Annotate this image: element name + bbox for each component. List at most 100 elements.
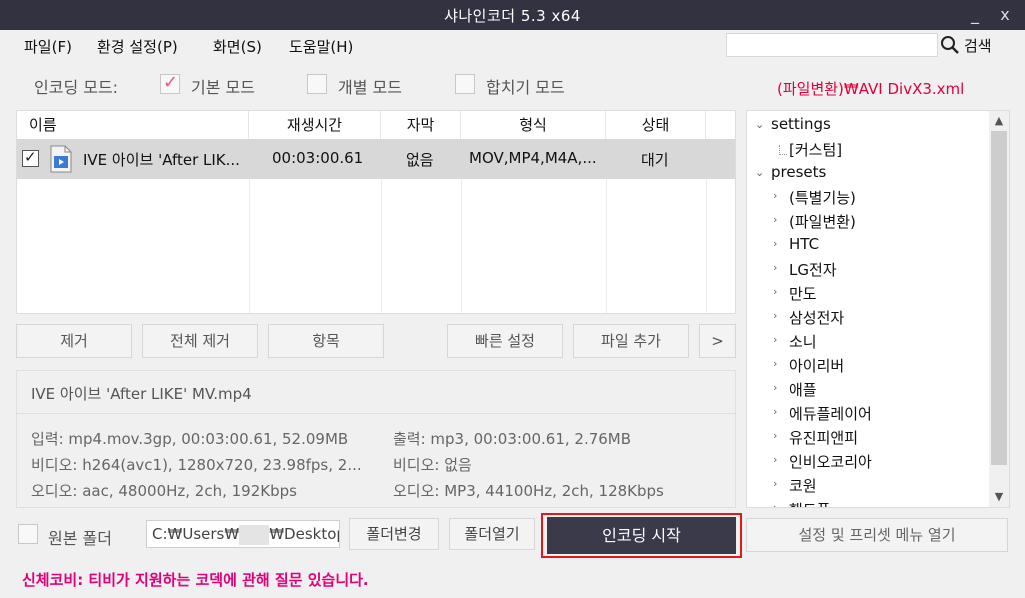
chevron-right-icon[interactable]: › (773, 357, 777, 370)
tree-node-preset[interactable]: 만도 (789, 283, 817, 304)
chevron-right-icon[interactable]: › (773, 285, 777, 298)
tree-node-preset[interactable]: HTC (789, 235, 819, 253)
chevron-right-icon[interactable]: › (773, 405, 777, 418)
media-file-icon (50, 145, 72, 173)
column-header-name[interactable]: 이름 (17, 111, 249, 139)
open-folder-button[interactable]: 폴더열기 (449, 518, 535, 550)
chevron-right-icon[interactable]: › (773, 477, 777, 490)
tree-node-preset[interactable]: (파일변환) (789, 211, 856, 232)
file-info-panel: IVE 아이브 'After LIKE' MV.mp4 입력: mp4.mov.… (16, 370, 736, 508)
row-checkbox[interactable]: ✓ (22, 148, 39, 167)
start-encoding-button[interactable]: 인코딩 시작 (547, 517, 736, 554)
chevron-right-icon[interactable]: › (773, 237, 777, 250)
minimize-button[interactable]: _ (962, 3, 988, 27)
tree-node-preset[interactable]: 코원 (789, 475, 817, 496)
individual-mode-label[interactable]: 개별 모드 (338, 74, 402, 98)
individual-mode-checkbox[interactable] (307, 74, 327, 94)
row-file-name: IVE 아이브 'After LIK... (83, 151, 240, 169)
output-path-suffix: ₩Desktop (269, 525, 340, 543)
more-button[interactable]: > (699, 324, 736, 358)
change-folder-button[interactable]: 폴더변경 (349, 518, 439, 550)
chevron-down-icon[interactable]: ⌄ (755, 118, 764, 131)
merge-mode-label[interactable]: 합치기 모드 (486, 74, 565, 98)
tree-node-preset[interactable]: 인비오코리아 (789, 451, 872, 472)
add-file-button[interactable]: 파일 추가 (573, 324, 689, 358)
menu-screen[interactable]: 화면(S) (213, 36, 262, 57)
tree-node-custom[interactable]: [커스텀] (779, 139, 842, 160)
tree-node-custom-label: [커스텀] (789, 141, 843, 159)
column-header-duration[interactable]: 재생시간 (249, 111, 381, 139)
info-audio-input: 오디오: aac, 48000Hz, 2ch, 192Kbps (31, 482, 297, 500)
divider (17, 413, 735, 414)
menu-file[interactable]: 파일(F) (24, 36, 72, 57)
redacted-username (239, 524, 270, 545)
chevron-right-icon[interactable]: › (773, 309, 777, 322)
remove-all-button[interactable]: 전체 제거 (142, 324, 258, 358)
tree-node-preset[interactable]: 유진피앤피 (789, 427, 858, 448)
row-format: MOV,MP4,M4A,... (469, 149, 597, 167)
scroll-down-icon[interactable]: ▼ (989, 487, 1009, 507)
merge-mode-checkbox[interactable] (455, 74, 475, 94)
info-video-input: 비디오: h264(avc1), 1280x720, 23.98fps, 2..… (31, 456, 362, 474)
window-title: 샤나인코더 5.3 x64 (444, 7, 581, 25)
file-list-table[interactable]: 이름 재생시간 자막 형식 상태 ✓ IVE 아이브 'After LIK...… (16, 110, 736, 314)
current-preset-path: (파일변환)₩AVI DivX3.xml (777, 80, 965, 98)
info-audio-output: 오디오: MP3, 44100Hz, 2ch, 128Kbps (393, 482, 664, 500)
source-folder-label[interactable]: 원본 폴더 (48, 525, 112, 549)
tree-node-preset[interactable]: LG전자 (789, 259, 837, 280)
info-output: 출력: mp3, 00:03:00.61, 2.76MB (393, 430, 632, 448)
scrollbar-thumb[interactable] (991, 131, 1007, 465)
status-message: 신체코비: 티비가 지원하는 코덱에 관해 질문 있습니다. (22, 571, 369, 589)
chevron-right-icon[interactable]: › (773, 189, 777, 202)
tree-node-presets[interactable]: presets (771, 163, 826, 181)
row-duration: 00:03:00.61 (272, 149, 364, 167)
check-icon: ✓ (24, 148, 37, 166)
tree-node-preset[interactable]: 아이리버 (789, 355, 844, 376)
chevron-right-icon[interactable]: › (773, 261, 777, 274)
chevron-right-icon[interactable]: › (773, 381, 777, 394)
row-subtitle: 없음 (406, 151, 434, 169)
search-label: 검색 (964, 36, 992, 55)
info-filename: IVE 아이브 'After LIKE' MV.mp4 (31, 385, 252, 403)
chevron-right-icon[interactable]: › (773, 429, 777, 442)
menu-environment-settings[interactable]: 환경 설정(P) (97, 36, 178, 57)
tree-node-preset[interactable]: 핸드폰 (789, 499, 830, 507)
column-header-status[interactable]: 상태 (606, 111, 706, 139)
column-header-format[interactable]: 형식 (461, 111, 606, 139)
menu-help[interactable]: 도움말(H) (289, 36, 353, 57)
title-bar: 샤나인코더 5.3 x64 _ x (0, 0, 1025, 30)
source-folder-checkbox[interactable] (18, 524, 38, 544)
search-input[interactable] (726, 33, 938, 57)
chevron-right-icon[interactable]: › (773, 453, 777, 466)
chevron-right-icon[interactable]: › (773, 333, 777, 346)
search-icon (941, 36, 959, 54)
row-status: 대기 (641, 151, 669, 169)
basic-mode-checkbox[interactable] (160, 72, 180, 94)
tree-node-preset[interactable]: 소니 (789, 331, 817, 352)
output-path-prefix: C:₩Users₩ (152, 525, 240, 543)
quick-settings-button[interactable]: 빠른 설정 (447, 324, 563, 358)
basic-mode-label[interactable]: 기본 모드 (191, 74, 255, 98)
table-row[interactable]: ✓ IVE 아이브 'After LIK... 00:03:00.61 없음 M… (17, 139, 735, 179)
column-header-subtitle[interactable]: 자막 (381, 111, 461, 139)
scroll-up-icon[interactable]: ▲ (989, 111, 1009, 131)
encoding-mode-label: 인코딩 모드: (34, 78, 119, 97)
settings-preset-menu-button[interactable]: 설정 및 프리셋 메뉴 열기 (746, 518, 1008, 552)
info-video-output: 비디오: 없음 (393, 456, 472, 474)
tree-node-preset[interactable]: 삼성전자 (789, 307, 844, 328)
preset-tree[interactable]: ⌄ settings [커스텀] ⌄ presets › (특별기능) › (파일변환… (746, 110, 1010, 508)
info-input: 입력: mp4.mov.3gp, 00:03:00.61, 52.09MB (31, 430, 349, 448)
tree-node-preset[interactable]: 애플 (789, 379, 817, 400)
chevron-right-icon[interactable]: › (773, 501, 777, 507)
tree-scrollbar[interactable]: ▲ ▼ (989, 111, 1009, 507)
output-folder-path[interactable]: C:₩Users₩ ₩Desktop (146, 520, 340, 548)
search-button[interactable]: 검색 (940, 33, 992, 57)
close-button[interactable]: x (992, 3, 1018, 27)
chevron-right-icon[interactable]: › (773, 213, 777, 226)
item-button[interactable]: 항목 (268, 324, 384, 358)
tree-node-settings[interactable]: settings (771, 115, 831, 133)
remove-button[interactable]: 제거 (16, 324, 132, 358)
tree-node-preset[interactable]: 에듀플레이어 (789, 403, 872, 424)
tree-node-preset[interactable]: (특별기능) (789, 187, 856, 208)
chevron-down-icon[interactable]: ⌄ (755, 166, 764, 179)
